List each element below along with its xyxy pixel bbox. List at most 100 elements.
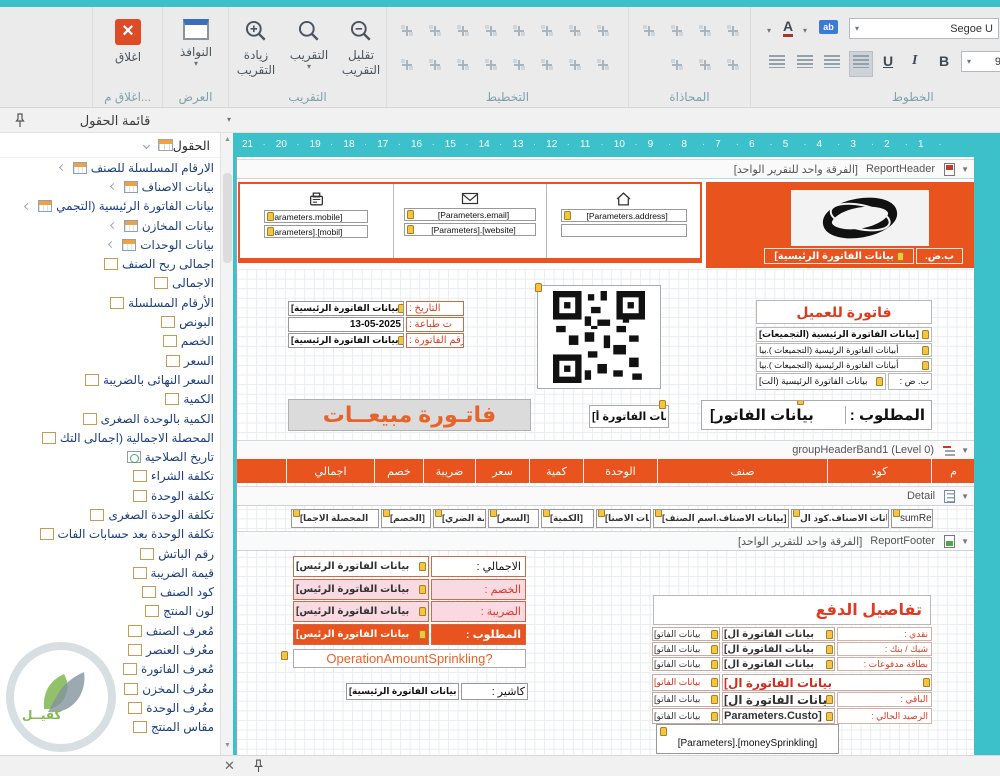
font-color-icon[interactable]: A [783, 19, 794, 37]
layout-icon-9[interactable] [399, 57, 415, 72]
zoom-combo-button[interactable]: التقريب ▾ [284, 19, 334, 71]
table-column-header[interactable]: الوحدة [583, 459, 657, 483]
payment-value-field[interactable]: Parameters.Custo] [722, 708, 835, 724]
payment-value-field[interactable]: [بيانات الفاتورة ال [722, 657, 835, 671]
contact-info-box[interactable]: arameters.mobile] arameters].[mobil] [Pa… [238, 182, 702, 263]
company-logo-block[interactable]: ب.ض. [بيانات الفاتورة الرئيسية [706, 182, 974, 268]
band-detail[interactable]: ▼ Detail [237, 486, 974, 506]
chevron-down-icon[interactable]: ▼ [961, 492, 969, 501]
tax-abbrev-label[interactable]: ب.ض. [916, 248, 963, 264]
layout-icon-14[interactable] [539, 57, 555, 72]
field-tree-item[interactable]: مُعرف الصنف [0, 621, 220, 640]
field-tree-item[interactable]: السعر النهائى بالضريبة [0, 370, 220, 389]
customer-title-box[interactable]: فاتورة للعميل [756, 300, 932, 324]
align-icon-7[interactable] [725, 57, 741, 72]
totals-value-field[interactable]: [بيانات الفاتورة الرئيس [293, 601, 429, 622]
customer-tax-field[interactable]: [بيانات الفاتورة الرئيسية (الت [756, 373, 886, 390]
invoice-number-field[interactable]: [بيانات الفاتورة الرئيسية [288, 333, 404, 348]
field-tree-item[interactable]: بيانات الوحدات [0, 235, 220, 254]
payment-value-field[interactable]: [بيانات الفاتورة ال [722, 674, 932, 691]
payment-value-field[interactable]: [بيانات الفاتورة ال [722, 627, 835, 641]
payment-row[interactable]: [بيانات الفاتورة ال [بيانات الفاتو [652, 674, 932, 691]
date-label[interactable]: التاريخ : [406, 301, 464, 316]
align-right-selected[interactable] [849, 51, 873, 77]
customer-field-1[interactable]: [بيانات الفاتورة الرئيسية (التجميعات] [756, 327, 932, 342]
windows-button[interactable]: النوافذ ▾ [171, 19, 221, 68]
totals-value-field[interactable]: [بيانات الفاتورة الرئيس [293, 556, 429, 577]
align-icon-2[interactable] [669, 23, 685, 38]
align-icon-4[interactable] [725, 23, 741, 38]
field-tree-item[interactable]: اجمالى ربح الصنف [0, 254, 220, 273]
totals-row[interactable]: الاجمالي : [بيانات الفاتورة الرئيس [293, 556, 526, 577]
layout-icon-13[interactable] [511, 57, 527, 72]
mobile-field[interactable]: arameters.mobile] [264, 210, 369, 223]
zoom-out-button[interactable]: تقليل التقريب [336, 19, 386, 78]
detail-field[interactable]: [الكمية] [541, 509, 594, 528]
payment-details-title-box[interactable]: تفاصيل الدفع [653, 595, 931, 625]
detail-field[interactable]: يانات الاصناف.كود ال [791, 509, 889, 528]
field-tree-item[interactable]: الخصم [0, 332, 220, 351]
font-name-combo[interactable]: ▾ Segoe U [849, 18, 999, 39]
field-tree-item[interactable]: الاجمالى [0, 274, 220, 293]
align-center-icon[interactable] [797, 55, 813, 68]
table-column-header[interactable]: اجمالي [286, 459, 374, 483]
items-table-header[interactable]: م كود صنف الوحدة كمية سعر ضريبة خصم اجمالي [237, 459, 974, 483]
payment-row[interactable]: الرصيد الحالي : Parameters.Custo] [بيانا… [652, 708, 932, 724]
detail-field[interactable]: [قيمة الضري [433, 509, 486, 528]
totals-value-field[interactable]: [بيانات الفاتورة الرئيس [293, 623, 429, 645]
layout-icon-11[interactable] [455, 57, 471, 72]
table-column-header[interactable]: خصم [374, 459, 423, 483]
bold-button[interactable]: B [939, 53, 949, 69]
sidebar-scrollbar[interactable]: ▲ ▼ [220, 133, 233, 755]
detail-field[interactable]: [الخصم] [381, 509, 431, 528]
align-icon-3[interactable] [697, 23, 713, 38]
mobile2-field[interactable]: arameters].[mobil] [264, 225, 369, 238]
scrollbar-thumb[interactable] [223, 173, 232, 263]
cashier-label-box[interactable]: كاشير : [461, 683, 528, 700]
chevron-down-icon[interactable]: ▼ [961, 165, 969, 174]
field-tree-item[interactable]: كود الصنف [0, 583, 220, 602]
table-column-header[interactable]: صنف [657, 459, 827, 483]
logo-caption-field[interactable]: [بيانات الفاتورة الرئيسية [764, 248, 914, 264]
payment-value2-field[interactable]: [بيانات الفاتو [652, 692, 720, 707]
field-tree-item[interactable]: الكمية بالوحدة الصغرى [0, 409, 220, 428]
field-tree-item[interactable]: الكمية [0, 390, 220, 409]
horizontal-ruler[interactable]: 212019181716151413121110987654321 [233, 133, 1000, 155]
customer-tax-label[interactable]: ب. ض : [888, 373, 932, 390]
layout-icon-4[interactable] [483, 23, 499, 38]
field-tree-item[interactable]: قيمة الضريبة [0, 563, 220, 582]
required-total-box[interactable]: المطلوب : [بيانات الفاتور [701, 400, 932, 430]
band-group-header[interactable]: ▼ groupHeaderBand1 (Level 0) [237, 440, 974, 460]
layout-icon-6[interactable] [539, 23, 555, 38]
date-value-field[interactable]: [بيانات الفاتورة الرئيسية [288, 301, 404, 316]
zoom-in-button[interactable]: زيادة التقريب [231, 19, 281, 78]
align-icon-6[interactable] [697, 57, 713, 72]
underline-button[interactable]: U [883, 53, 893, 69]
chevron-down-icon[interactable]: ▾ [803, 27, 807, 35]
payment-value2-field[interactable]: [بيانات الفاتو [652, 708, 720, 724]
band-report-header[interactable]: ▼ ReportHeader [الفرقة واحد للتقرير الوا… [237, 159, 974, 179]
layout-icon-10[interactable] [427, 57, 443, 72]
payment-row[interactable]: نقدي : [بيانات الفاتورة ال [بيانات الفات… [652, 627, 932, 641]
customer-field-2[interactable]: أبيانات الفاتورة الرئيسية (التجميعات ).ب… [756, 343, 932, 357]
font-size-combo[interactable]: ▾ 9 [961, 51, 1000, 72]
layout-icon-12[interactable] [483, 57, 499, 72]
payment-value2-field[interactable]: [بيانات الفاتو [652, 674, 720, 691]
payment-value-field[interactable]: [بيانات الفاتورة ال [722, 692, 835, 707]
invoice-number-label[interactable]: رقم الفاتورة : [406, 333, 464, 348]
close-panel-icon[interactable]: ✕ [224, 758, 235, 774]
required-extra-box[interactable]: [بيانات الفاتورة أ [589, 400, 669, 428]
layout-icon-16[interactable] [595, 57, 611, 72]
italic-button[interactable]: I [912, 53, 917, 69]
field-tree-item[interactable]: رقم الباتش [0, 544, 220, 563]
cashier-value-field[interactable]: [بيانات الفاتورة الرئيسية ( [346, 683, 459, 700]
field-tree-item[interactable]: تاريخ الصلاحية [0, 447, 220, 466]
layout-icon-2[interactable] [427, 23, 443, 38]
payment-value-field[interactable]: [بيانات الفاتورة ال [722, 642, 835, 656]
detail-field[interactable]: [بيانات الاصنا [596, 509, 651, 528]
print-date-label[interactable]: ت طباعة : [406, 317, 464, 332]
money-sprinkling-box[interactable]: [Parameters].[moneySprinkling] [656, 724, 839, 754]
payment-row[interactable]: الباقي : [بيانات الفاتورة ال [بيانات الف… [652, 692, 932, 707]
company-logo-box[interactable] [791, 190, 929, 246]
field-tree-item[interactable]: بيانات الفاتورة الرئيسية (التجمي [0, 197, 220, 216]
